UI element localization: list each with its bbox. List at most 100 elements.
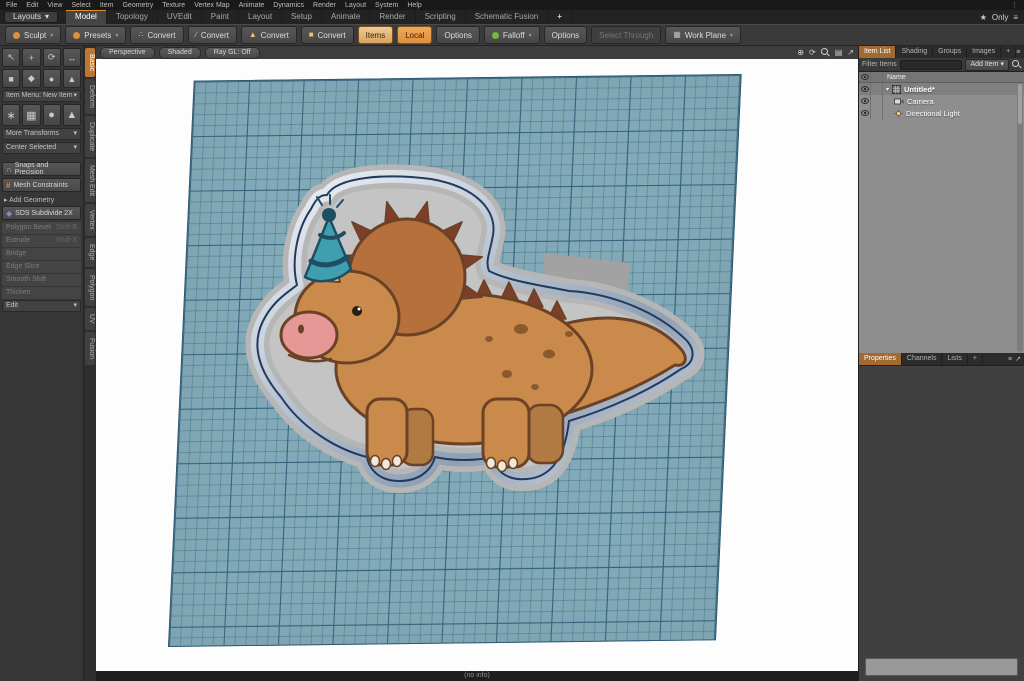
menu-render[interactable]: Render	[313, 2, 336, 9]
visibility-toggle[interactable]	[859, 83, 871, 95]
sds-subdivide-button[interactable]: ◆ SDS Subdivide 2X	[2, 206, 81, 220]
move-tool-button[interactable]: +	[22, 48, 41, 67]
tab-model[interactable]: Model	[66, 10, 107, 24]
tab-properties[interactable]: Properties	[859, 353, 902, 365]
edit-dropdown[interactable]: Edit ▾	[2, 300, 81, 312]
vtab-deform[interactable]: Deform	[85, 79, 95, 115]
tab-setup[interactable]: Setup	[282, 10, 322, 24]
plane-primitive-button[interactable]: ▦	[22, 104, 41, 126]
stats-icon[interactable]: ▤	[835, 48, 843, 57]
tab-animate[interactable]: Animate	[322, 10, 371, 24]
item-row-untitled[interactable]: ▾ Untitled*	[859, 83, 1024, 95]
orbit-icon[interactable]: ⟳	[809, 48, 816, 57]
vtab-fusion[interactable]: Fusion	[85, 331, 95, 365]
command-entry-box[interactable]	[865, 658, 1018, 676]
tool-thicken-button[interactable]: Thicken	[2, 287, 81, 299]
tab-lists[interactable]: Lists	[942, 353, 968, 365]
rotate-tool-button[interactable]: ⟳	[42, 48, 61, 67]
items-mode-button[interactable]: Items	[357, 26, 394, 44]
vtab-basic[interactable]: Basic	[85, 48, 95, 78]
panel-menu-icon[interactable]: ≡	[1016, 49, 1020, 56]
snaps-precision-button[interactable]: ∩ Snaps and Precision	[2, 162, 81, 176]
local-button[interactable]: Local	[397, 26, 433, 44]
search-icon[interactable]	[1012, 60, 1021, 69]
menu-system[interactable]: System	[375, 2, 398, 9]
presets-button[interactable]: Presets ▾	[65, 26, 127, 44]
tool-edge-slice-button[interactable]: Edge Slice	[2, 261, 81, 273]
menu-geometry[interactable]: Geometry	[122, 2, 153, 9]
pan-icon[interactable]: ⊕	[797, 48, 804, 57]
vtab-uv[interactable]: UV	[85, 307, 95, 330]
menu-help[interactable]: Help	[407, 2, 421, 9]
falloff-button[interactable]: Falloff ▾	[483, 26, 540, 44]
scale-tool-button[interactable]: ↔	[62, 48, 81, 67]
element-push-button[interactable]: ▲	[62, 69, 81, 88]
shading-mode-dropdown[interactable]: Shaded	[158, 46, 201, 59]
menubar-overflow-icon[interactable]: ⋮	[1011, 1, 1018, 9]
element-move-button[interactable]: ■	[2, 69, 21, 88]
tab-channels[interactable]: Channels	[902, 353, 943, 365]
element-rotate-button[interactable]: ◆	[22, 69, 41, 88]
tab-scripting[interactable]: Scripting	[416, 10, 466, 24]
element-scale-button[interactable]: ●	[42, 69, 61, 88]
tab-images[interactable]: Images	[967, 46, 1002, 58]
add-layout-tab-button[interactable]: +	[548, 10, 572, 24]
work-plane-button[interactable]: ▦ Work Plane ▾	[665, 26, 742, 44]
options-button-2[interactable]: Options	[543, 26, 588, 44]
tool-smooth-shift-button[interactable]: Smooth Shift	[2, 274, 81, 286]
menu-dynamics[interactable]: Dynamics	[273, 2, 304, 9]
convert-polygons-button[interactable]: ▲ Convert	[240, 26, 297, 44]
mesh-constraints-button[interactable]: # Mesh Constraints	[2, 178, 81, 192]
viewport-canvas[interactable]	[96, 59, 858, 671]
vtab-duplicate[interactable]: Duplicate	[85, 116, 95, 158]
item-menu-dropdown[interactable]: Item Menu: New Item ▾	[2, 90, 81, 102]
menu-edit[interactable]: Edit	[26, 2, 38, 9]
menu-layout[interactable]: Layout	[345, 2, 366, 9]
tabbar-menu-icon[interactable]: ≡	[1013, 13, 1018, 22]
lock-toggle[interactable]	[871, 95, 883, 107]
menu-view[interactable]: View	[47, 2, 62, 9]
menu-file[interactable]: File	[6, 2, 17, 9]
select-through-button[interactable]: Select Through	[591, 26, 662, 44]
item-list-scrollbar[interactable]	[1017, 83, 1023, 352]
tab-item-list[interactable]: Item List	[859, 46, 897, 58]
transform-tool-button[interactable]: ↖	[2, 48, 21, 67]
add-item-button[interactable]: Add Item ▾	[965, 58, 1009, 71]
panel-popout-icon[interactable]: ↗	[1015, 355, 1021, 363]
tab-uvedit[interactable]: UVEdit	[158, 10, 202, 24]
convert-edges-button[interactable]: ∕ Convert	[187, 26, 237, 44]
vtab-polygon[interactable]: Polygon	[85, 268, 95, 306]
tool-bridge-button[interactable]: Bridge	[2, 248, 81, 260]
sphere-primitive-button[interactable]: ●	[42, 104, 61, 126]
menu-item[interactable]: Item	[100, 2, 114, 9]
menu-animate[interactable]: Animate	[239, 2, 265, 9]
starred-only-label[interactable]: Only	[992, 13, 1008, 22]
zoom-icon[interactable]	[820, 48, 830, 57]
vtab-vertex[interactable]: Vertex	[85, 204, 95, 237]
tool-extrude-button[interactable]: Extrude Shift-X	[2, 235, 81, 247]
maximize-icon[interactable]: ↗	[847, 48, 854, 57]
menu-vertex-map[interactable]: Vertex Map	[194, 2, 229, 9]
tab-groups[interactable]: Groups	[933, 46, 968, 58]
tab-render[interactable]: Render	[370, 10, 416, 24]
add-panel-tab-button[interactable]: +	[1001, 46, 1017, 58]
center-selected-dropdown[interactable]: Center Selected ▾	[2, 142, 81, 154]
filter-input[interactable]	[899, 59, 963, 70]
convert-items-button[interactable]: ■ Convert	[300, 26, 354, 44]
item-row-directional-light[interactable]: Directional Light	[859, 107, 1024, 119]
cookie-cutter-model[interactable]	[239, 159, 709, 519]
tool-polygon-bevel-button[interactable]: Polygon Bevel Shift-B	[2, 222, 81, 234]
axis-primitive-button[interactable]: ∗	[2, 104, 21, 126]
tab-schematic-fusion[interactable]: Schematic Fusion	[466, 10, 549, 24]
add-lower-tab-button[interactable]: +	[968, 353, 983, 365]
visibility-toggle[interactable]	[859, 107, 871, 119]
tab-layout[interactable]: Layout	[239, 10, 283, 24]
item-row-camera[interactable]: Camera	[859, 95, 1024, 107]
vtab-mesh-edit[interactable]: Mesh Edit	[85, 159, 95, 203]
sculpt-button[interactable]: Sculpt ▾	[5, 26, 62, 44]
visibility-toggle[interactable]	[859, 95, 871, 107]
convert-vertices-button[interactable]: ∴ Convert	[130, 26, 184, 44]
tab-shading[interactable]: Shading	[896, 46, 934, 58]
menu-select[interactable]: Select	[71, 2, 90, 9]
view-mode-dropdown[interactable]: Perspective	[100, 46, 155, 59]
